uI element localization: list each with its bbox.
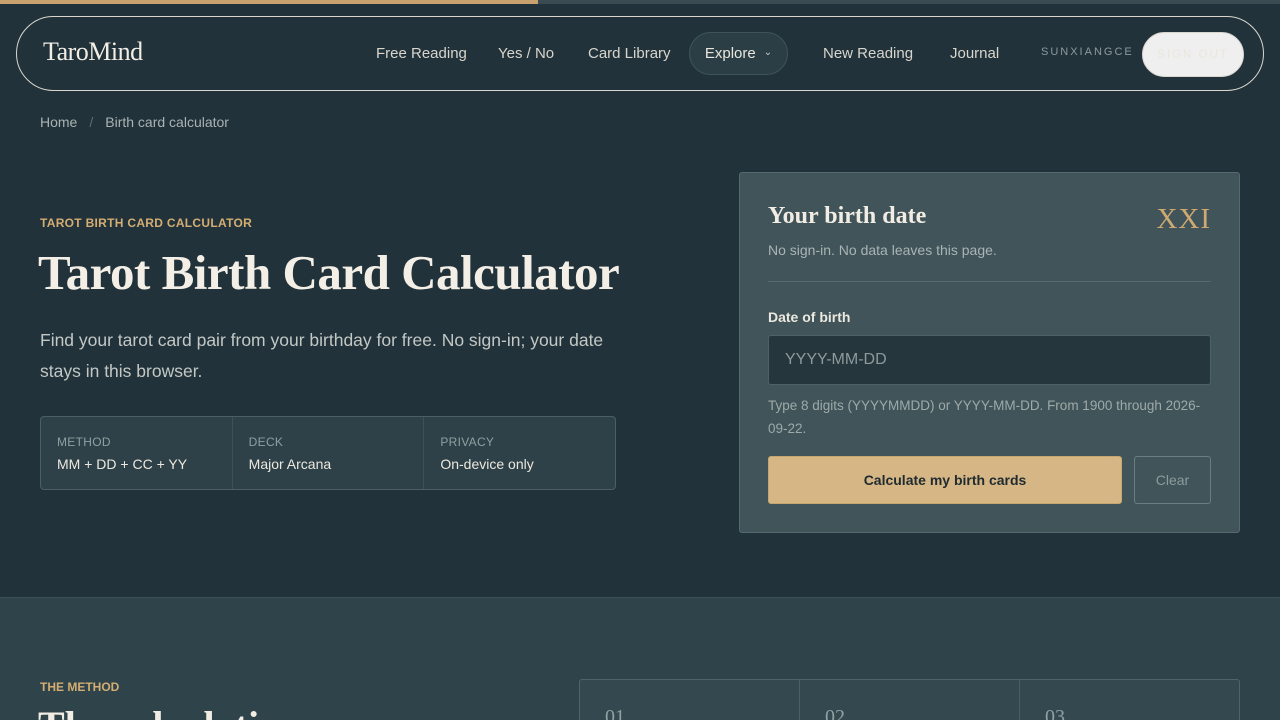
- divider: [768, 281, 1211, 282]
- card-title: Your birth date: [768, 203, 927, 229]
- top-navigation: TaroMind Free Reading Yes / No Card Libr…: [16, 16, 1264, 91]
- hero-subtitle: Find your tarot card pair from your birt…: [40, 330, 604, 381]
- date-of-birth-input[interactable]: [768, 335, 1211, 385]
- birth-date-card: Your birth date XXI No sign-in. No data …: [739, 172, 1240, 533]
- reading-progress-bar: [0, 0, 1280, 4]
- method-eyebrow: THE METHOD: [40, 680, 120, 694]
- breadcrumb-home[interactable]: Home: [40, 114, 77, 130]
- fact-value: On-device only: [440, 456, 534, 472]
- fact-value: Major Arcana: [248, 456, 332, 472]
- fact-privacy: PRIVACY On-device only: [424, 417, 615, 489]
- method-title: The calculation: [38, 702, 301, 720]
- breadcrumb: Home / Birth card calculator: [40, 114, 229, 130]
- fact-key: METHOD: [57, 435, 111, 449]
- nav-explore-label: Explore: [704, 45, 756, 62]
- reading-progress-fill: [0, 0, 538, 4]
- chevron-down-icon: ⌄: [763, 47, 773, 58]
- sign-out-button[interactable]: SIGN OUT: [1142, 32, 1244, 77]
- privacy-note: No sign-in. No data leaves this page.: [768, 242, 997, 258]
- date-input-hint: Type 8 digits (YYYYMMDD) or YYYY-MM-DD. …: [768, 398, 1201, 436]
- page-title: Tarot Birth Card Calculator: [38, 245, 620, 300]
- nav-card-library[interactable]: Card Library: [588, 45, 671, 62]
- fact-method: METHOD MM + DD + CC + YY: [41, 417, 233, 489]
- calculate-button[interactable]: Calculate my birth cards: [768, 456, 1122, 504]
- breadcrumb-current: Birth card calculator: [105, 114, 229, 130]
- fact-key: PRIVACY: [440, 435, 495, 449]
- step-number: 02: [800, 680, 1020, 720]
- method-steps: 01 02 03: [579, 679, 1240, 720]
- method-section: THE METHOD The calculation 01 02 03: [0, 597, 1280, 720]
- clear-button[interactable]: Clear: [1134, 456, 1211, 504]
- fact-key: DECK: [248, 435, 284, 449]
- nav-free-reading[interactable]: Free Reading: [376, 45, 467, 62]
- step-number: 01: [580, 680, 800, 720]
- hero-eyebrow: TAROT BIRTH CARD CALCULATOR: [40, 216, 253, 230]
- facts-panel: METHOD MM + DD + CC + YY DECK Major Arca…: [40, 416, 616, 490]
- fact-value: MM + DD + CC + YY: [57, 456, 188, 472]
- breadcrumb-separator: /: [89, 114, 94, 130]
- nav-new-reading[interactable]: New Reading: [823, 45, 913, 62]
- card-numeral: XXI: [1156, 203, 1211, 235]
- fact-deck: DECK Major Arcana: [233, 417, 425, 489]
- site-logo[interactable]: TaroMind: [43, 37, 143, 67]
- username-label: SUNXIANGCE: [1041, 46, 1134, 58]
- step-number: 03: [1045, 706, 1065, 720]
- date-of-birth-label: Date of birth: [768, 309, 851, 325]
- nav-journal[interactable]: Journal: [950, 45, 999, 62]
- nav-explore-dropdown[interactable]: Explore ⌄: [689, 32, 788, 75]
- nav-yes-no[interactable]: Yes / No: [498, 45, 554, 62]
